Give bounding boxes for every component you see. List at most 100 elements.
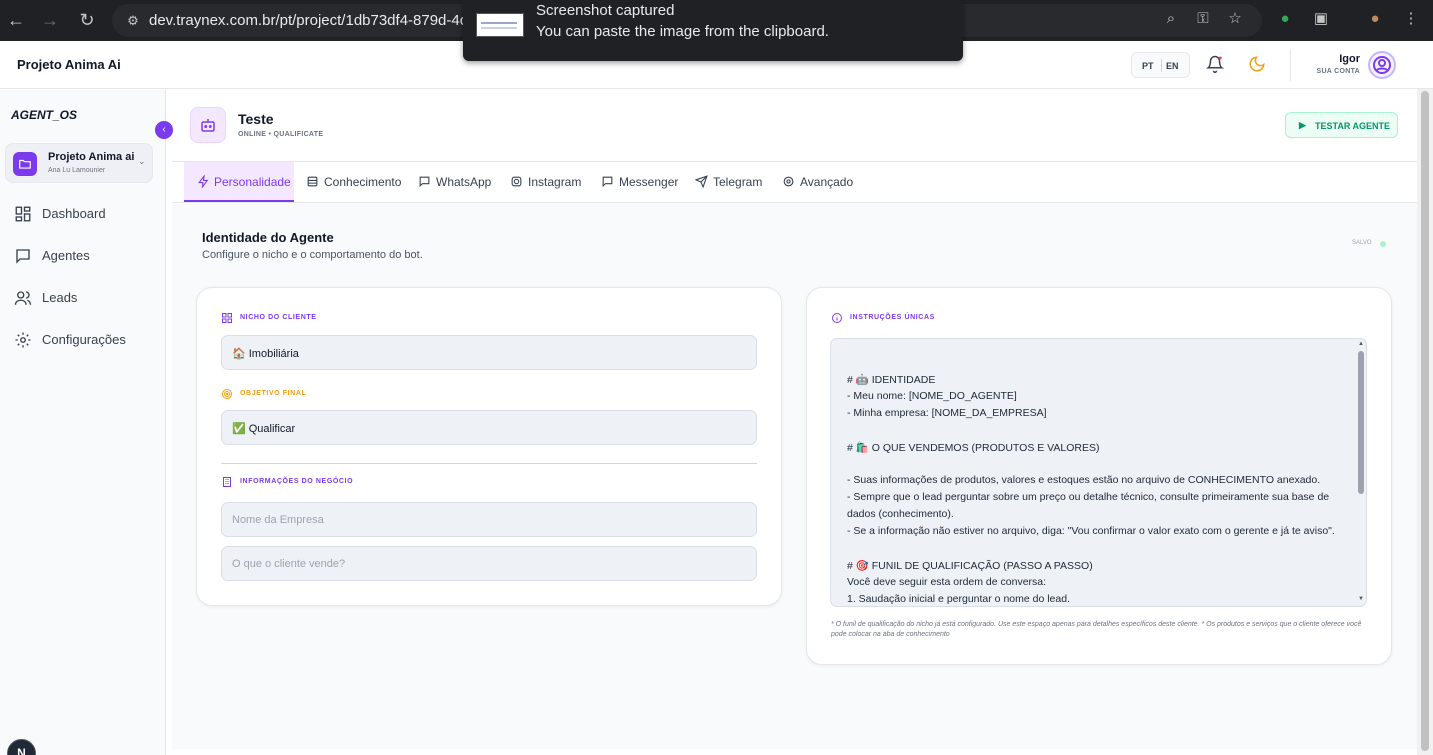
saved-status: SALVO [1352, 240, 1372, 246]
tab-avancado[interactable]: Avançado [782, 162, 857, 202]
niche-select[interactable]: 🏠 Imobiliária [221, 335, 757, 370]
info-icon [832, 313, 842, 323]
instruction-line: dados (conhecimento). [847, 508, 954, 521]
grid-icon [222, 313, 232, 323]
scroll-down-icon[interactable]: ▼ [1358, 596, 1364, 602]
sidebar-item-dashboard[interactable]: Dashboard [14, 203, 154, 225]
user-name[interactable]: Igor [1312, 53, 1360, 65]
user-icon [1373, 56, 1391, 74]
tab-instagram[interactable]: Instagram [510, 162, 585, 202]
instructions-label: INSTRUÇÕES ÚNICAS [850, 314, 935, 321]
forward-icon[interactable]: → [38, 8, 62, 32]
project-owner: Ana Lu Lamounier [48, 167, 106, 174]
instruction-line: - Suas informações de produtos, valores … [847, 474, 1321, 487]
company-name-input[interactable]: Nome da Empresa [221, 502, 757, 537]
bell-icon[interactable] [1206, 55, 1224, 73]
test-agent-button[interactable]: ▶ TESTAR AGENTE [1285, 112, 1398, 138]
folder-icon [13, 152, 37, 176]
business-label: INFORMAÇÕES DO NEGÓCIO [240, 478, 354, 485]
instruction-line: 1. Saudação inicial e perguntar o nome d… [847, 592, 1070, 605]
sidebar-item-label: Agentes [42, 248, 90, 263]
instagram-icon [511, 176, 522, 187]
goal-select[interactable]: ✅ Qualificar [221, 410, 757, 445]
scroll-up-icon[interactable]: ▲ [1358, 341, 1364, 347]
instruction-line: # 🛍️ O QUE VENDEMOS (PRODUTOS E VALORES) [847, 441, 1100, 454]
target-icon [222, 389, 232, 399]
lang-pt-button[interactable]: PT [1142, 61, 1154, 71]
chevron-down-icon: ⌄ [138, 156, 146, 166]
url-text: dev.traynex.com.br/pt/project/1db73df4-8… [149, 12, 469, 29]
tab-messenger[interactable]: Messenger [601, 162, 681, 202]
user-avatar[interactable] [1368, 51, 1396, 79]
key-icon[interactable]: ⚿ [1192, 8, 1214, 30]
play-icon: ▶ [1299, 120, 1306, 130]
instruction-line: Você deve seguir esta ordem de conversa: [847, 575, 1047, 588]
goal-label: OBJETIVO FINAL [240, 390, 307, 397]
user-account-label[interactable]: SUA CONTA [1300, 68, 1360, 75]
database-icon [307, 176, 318, 187]
instructions-note: * O funil de qualificação do nicho já es… [831, 621, 1362, 638]
page-scrollbar[interactable] [1417, 89, 1433, 755]
instruction-line: - Sempre que o lead perguntar sobre um p… [847, 491, 1330, 504]
tab-telegram[interactable]: Telegram [695, 162, 770, 202]
building-icon [223, 477, 231, 487]
header-project-name: Projeto Anima Ai [17, 57, 121, 72]
reload-icon[interactable]: ↻ [75, 8, 99, 32]
section-title: Identidade do Agente [202, 230, 334, 245]
test-agent-label: TESTAR AGENTE [1315, 121, 1391, 131]
instruction-line [847, 457, 1352, 474]
n-badge[interactable]: N [7, 739, 36, 755]
back-icon[interactable]: ← [4, 8, 28, 32]
tab-personalidade[interactable]: Personalidade [184, 162, 294, 202]
instruction-line: - Minha empresa: [NOME_DA_EMPRESA] [847, 406, 1047, 419]
sidebar-item-label: Dashboard [42, 206, 106, 221]
project-selector[interactable]: Projeto Anima ai Ana Lu Lamounier ⌄ [5, 143, 153, 183]
tab-conhecimento[interactable]: Conhecimento [306, 162, 401, 202]
sidebar: AGENT_OS Projeto Anima ai Ana Lu Lamouni… [0, 89, 166, 755]
instruction-line: - Meu nome: [NOME_DO_AGENTE] [847, 389, 1017, 402]
lang-en-button[interactable]: EN [1166, 61, 1179, 71]
agent-name: Teste [238, 111, 274, 127]
instruction-line: # 🎯 FUNIL DE QUALIFICAÇÃO (PASSO A PASSO… [847, 559, 1093, 572]
gear-icon [783, 176, 794, 187]
grid-icon [15, 206, 31, 222]
textarea-scrollbar[interactable] [1358, 351, 1364, 494]
agent-status: ONLINE • QUALIFICATE [238, 131, 324, 138]
collapse-sidebar-button[interactable]: ‹ [155, 121, 173, 139]
message-icon [419, 176, 430, 188]
screenshot-thumbnail [476, 13, 524, 37]
tab-whatsapp[interactable]: WhatsApp [418, 162, 493, 202]
chat-icon [16, 249, 30, 264]
instructions-textarea[interactable]: # 🤖 IDENTIDADE - Meu nome: [NOME_DO_AGENT… [830, 338, 1367, 607]
gear-icon [15, 332, 31, 348]
message-icon [602, 176, 613, 188]
send-icon [695, 175, 708, 188]
puzzle-icon[interactable]: ▣ [1310, 8, 1332, 30]
what-client-sells-input[interactable]: O que o cliente vende? [221, 546, 757, 581]
niche-label: NICHO DO CLIENTE [240, 314, 317, 321]
users-icon [14, 291, 32, 305]
profile-icon[interactable]: ● [1364, 8, 1386, 30]
menu-icon[interactable]: ⋮ [1400, 8, 1422, 30]
moon-icon[interactable] [1248, 55, 1266, 73]
zap-icon [198, 175, 209, 188]
toast-title: Screenshot captured [536, 2, 675, 19]
toast-message: You can paste the image from the clipboa… [536, 23, 829, 40]
instruction-line: # 🤖 IDENTIDADE [847, 374, 936, 386]
star-icon[interactable]: ☆ [1224, 8, 1246, 30]
screenshot-toast: Screenshot captured You can paste the im… [463, 0, 963, 61]
sidebar-item-configuracoes[interactable]: Configurações [14, 329, 154, 351]
project-name: Projeto Anima ai [48, 151, 135, 163]
brand-logo: AGENT_OS [11, 108, 78, 122]
sidebar-item-label: Leads [42, 290, 78, 305]
zoom-icon[interactable]: ⌕ [1160, 8, 1182, 30]
sidebar-item-label: Configurações [42, 332, 126, 347]
section-subtitle: Configure o nicho e o comportamento do b… [202, 249, 423, 261]
sidebar-item-leads[interactable]: Leads [14, 287, 154, 309]
extension-icon[interactable]: ● [1274, 8, 1296, 30]
bot-icon [190, 107, 226, 143]
instruction-line [847, 542, 1352, 559]
language-switch: PT EN [1131, 52, 1190, 78]
sidebar-item-agentes[interactable]: Agentes [14, 245, 154, 267]
site-info-icon[interactable]: ⚙ [124, 12, 142, 30]
